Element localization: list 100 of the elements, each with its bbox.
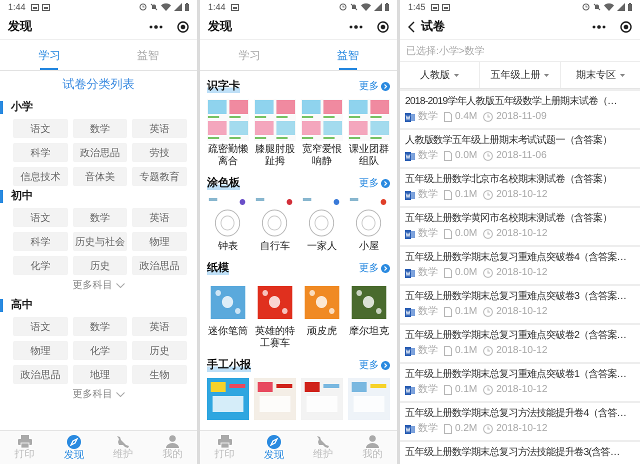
subject-button[interactable]: 生物	[132, 365, 187, 384]
wifi-icon	[361, 3, 371, 11]
status-time: 1:45	[408, 2, 426, 12]
file-card[interactable]: 2018-2019学年人教版五年级数学上册期末试卷（… 数学 0.4M 2018-11-09	[400, 91, 640, 128]
battery-icon	[628, 3, 632, 11]
item-label: 课业团群组队	[348, 144, 390, 168]
more-link[interactable]: 更多	[359, 358, 390, 372]
more-link[interactable]: 更多	[359, 79, 390, 93]
file-card[interactable]: 五年级上册数学期末总复习方法技能提升卷3(含答…	[400, 442, 640, 464]
subject-button[interactable]: 历史	[132, 341, 187, 360]
file-card[interactable]: 五年级上册数学期末总复习重难点突破卷1（含答案… 数学 0.1M 2018-10-12	[400, 364, 640, 401]
subject-button[interactable]: 专题教育	[132, 167, 187, 186]
page-title: 发现	[208, 18, 232, 35]
file-card[interactable]: 五年级上册数学黄冈市名校期末测试卷（含答案） 数学 0.0M 2018-10-12	[400, 208, 640, 245]
subject-button[interactable]: 政治思品	[132, 256, 187, 275]
battery-icon	[385, 3, 389, 11]
subject-button[interactable]: 科学	[13, 232, 68, 251]
subject-button[interactable]: 英语	[132, 119, 187, 138]
section-heading: 初中	[0, 190, 197, 203]
subject-button[interactable]: 音体美	[72, 167, 128, 186]
file-date: 2018-10-12	[496, 384, 548, 396]
printer-icon	[218, 435, 232, 448]
subject-text: 数学	[418, 423, 438, 435]
arrow-right-icon	[381, 264, 390, 272]
section-heading: 高中	[0, 299, 197, 312]
mute-icon	[150, 3, 158, 11]
item-label: 摩尔坦克	[349, 326, 389, 338]
subject-button[interactable]: 信息技术	[13, 167, 68, 186]
mute-icon	[350, 3, 358, 11]
subject-button[interactable]: 化学	[72, 341, 128, 360]
page-title: 发现	[8, 18, 32, 35]
item-label: 顽皮虎	[307, 326, 337, 338]
word-doc-icon	[405, 268, 415, 278]
subject-button[interactable]: 数学	[72, 317, 128, 336]
file-title: 五年级上册数学期末总复习方法技能提升卷4（含答…	[405, 407, 626, 420]
file-size: 0.2M	[455, 423, 478, 435]
subject-button[interactable]: 语文	[13, 208, 68, 227]
filter-dropdown[interactable]: 期末专区	[560, 62, 640, 88]
file-title: 五年级上册数学期末总复习重难点突破卷3（含答案…	[405, 290, 626, 303]
file-card[interactable]: 五年级上册数学期末总复习重难点突破卷3（含答案… 数学 0.1M 2018-10-12	[400, 286, 640, 323]
item-label: 英雄的特工赛车	[254, 326, 296, 350]
file-card[interactable]: 五年级上册数学期末总复习方法技能提升卷4（含答… 数学 0.2M 2018-10-12	[400, 403, 640, 440]
subject-button[interactable]: 化学	[13, 256, 68, 275]
file-size: 0.1M	[455, 189, 478, 201]
more-link[interactable]: 更多	[359, 261, 390, 275]
subject-button[interactable]: 语文	[13, 119, 68, 138]
file-size: 0.1M	[455, 306, 478, 318]
caret-icon	[544, 74, 550, 76]
subject-button[interactable]: 物理	[132, 232, 187, 251]
signal-icon	[174, 3, 182, 11]
filter-dropdown[interactable]: 五年级上册	[479, 62, 560, 88]
tab[interactable]: 学习	[0, 40, 98, 70]
chevron-down-icon	[116, 392, 124, 396]
file-icon	[444, 307, 452, 317]
item-label: 钟表	[218, 241, 238, 253]
more-link[interactable]: 更多	[359, 176, 390, 190]
file-icon	[444, 346, 452, 356]
subject-button[interactable]: 历史	[72, 256, 128, 275]
file-card[interactable]: 五年级上册数学期末总复习重难点突破卷2（含答案… 数学 0.1M 2018-10-12	[400, 325, 640, 362]
subject-button[interactable]: 数学	[72, 119, 128, 138]
wifi-icon	[161, 3, 171, 11]
target-icon[interactable]	[620, 20, 632, 32]
page-title: 试卷	[421, 18, 445, 35]
clock-icon	[483, 307, 494, 317]
clock-icon	[483, 346, 494, 356]
file-card[interactable]: 五年级上册数学期末总复习重难点突破卷4（含答案… 数学 0.0M 2018-10-12	[400, 247, 640, 284]
tab-bar-item[interactable]: 发现	[249, 431, 298, 464]
subject-button[interactable]: 政治思品	[13, 365, 68, 384]
clock-icon	[483, 268, 494, 278]
battery-icon	[185, 3, 189, 11]
filter-dropdown[interactable]: 人教版	[400, 62, 480, 88]
more-icon[interactable]	[349, 24, 363, 28]
subject-button[interactable]: 科学	[13, 143, 68, 162]
file-icon	[444, 385, 452, 395]
subject-button[interactable]: 地理	[72, 365, 128, 384]
file-card[interactable]: 人教版数学五年级上册期末考试试题一（含答案） 数学 0.0M 2018-11-06	[400, 130, 640, 167]
subject-button[interactable]: 语文	[13, 317, 68, 336]
subject-button[interactable]: 劳技	[132, 143, 187, 162]
person-icon	[166, 435, 179, 448]
subject-button[interactable]: 政治思品	[72, 143, 128, 162]
file-size: 0.1M	[455, 384, 478, 396]
tab-bar-item[interactable]: 发现	[49, 431, 98, 464]
subject-button[interactable]: 物理	[13, 341, 68, 360]
category-title: 识字卡	[207, 79, 240, 93]
more-subjects-button[interactable]: 更多科目	[72, 387, 124, 401]
more-icon[interactable]	[592, 24, 606, 28]
subject-button[interactable]: 历史与社会	[72, 232, 128, 251]
file-date: 2018-10-12	[496, 189, 548, 201]
file-size: 0.4M	[455, 111, 478, 123]
subject-button[interactable]: 数学	[72, 208, 128, 227]
more-subjects-button[interactable]: 更多科目	[72, 278, 124, 292]
target-icon[interactable]	[177, 20, 189, 32]
back-icon[interactable]	[408, 20, 415, 32]
subject-button[interactable]: 英语	[132, 208, 187, 227]
item-label: 迷你笔筒	[208, 326, 248, 338]
target-icon[interactable]	[377, 20, 389, 32]
tab[interactable]: 益智	[298, 40, 397, 70]
subject-button[interactable]: 英语	[132, 317, 187, 336]
more-icon[interactable]	[149, 24, 163, 28]
file-card[interactable]: 五年级上册数学北京市名校期末测试卷（含答案） 数学 0.1M 2018-10-12	[400, 169, 640, 206]
